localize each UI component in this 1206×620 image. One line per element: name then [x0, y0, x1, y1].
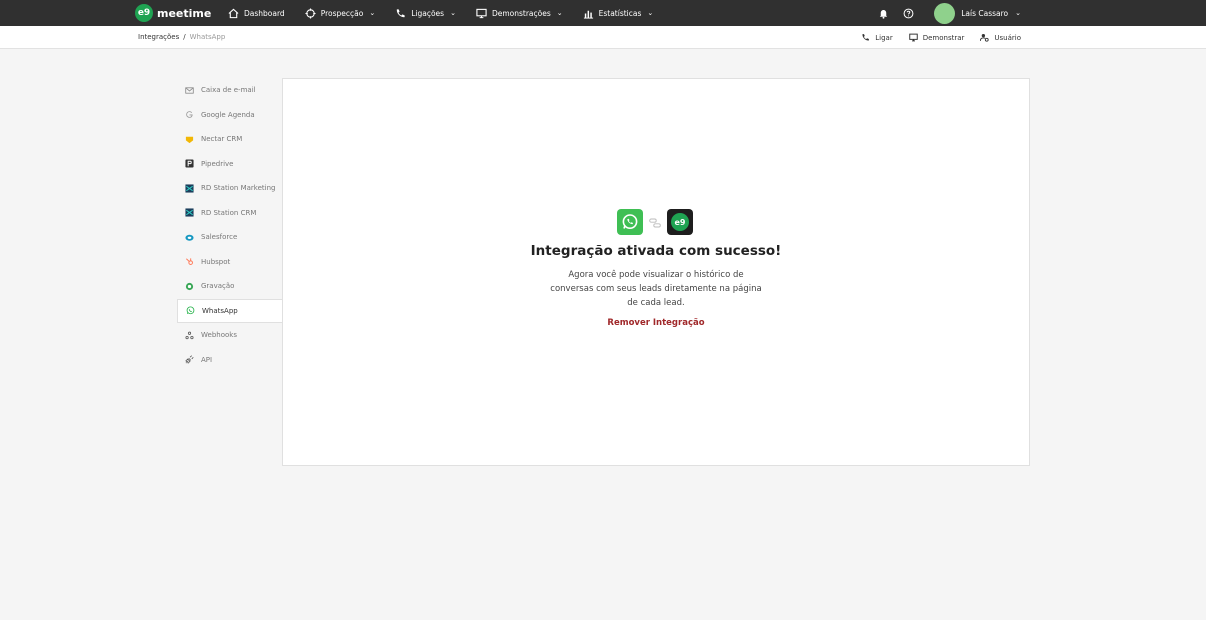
nav-dashboard-label: Dashboard: [244, 8, 285, 18]
nav-ligacoes[interactable]: Ligações ⌄: [395, 8, 456, 19]
pipedrive-icon: [185, 159, 194, 168]
nav-ligacoes-label: Ligações: [411, 8, 445, 18]
rd-station-icon: [185, 208, 194, 217]
monitor-icon: [476, 8, 487, 18]
main-nav: Dashboard Prospecção ⌄ Ligações ⌄ Demons…: [228, 0, 653, 26]
nav-prospeccao[interactable]: Prospecção ⌄: [305, 7, 376, 19]
chevron-down-icon: ⌄: [450, 9, 456, 17]
phone-icon: [862, 34, 870, 41]
sidebar-item-nectar-crm[interactable]: Nectar CRM: [177, 127, 282, 152]
sidebar-item-api[interactable]: API: [177, 348, 282, 373]
sidebar-item-hubspot[interactable]: Hubspot: [177, 250, 282, 275]
sidebar-item-label: WhatsApp: [202, 306, 238, 315]
quick-actions: Ligar Demonstrar Usuário: [861, 26, 1021, 49]
user-menu[interactable]: Laís Cassaro ⌄: [934, 2, 1021, 24]
logo-text: meetime: [157, 6, 212, 20]
nav-estatisticas[interactable]: Estatísticas ⌄: [583, 8, 654, 19]
help-icon[interactable]: [903, 8, 914, 19]
nav-prospeccao-label: Prospecção: [320, 8, 364, 18]
call-button[interactable]: Ligar: [861, 33, 893, 42]
rd-station-icon: [185, 184, 194, 193]
avatar: [934, 2, 956, 24]
phone-icon: [397, 8, 405, 17]
nav-demonstracoes-label: Demonstrações: [491, 8, 551, 18]
nav-estatisticas-label: Estatísticas: [598, 8, 642, 18]
sidebar-item-google-agenda[interactable]: Google Agenda: [177, 103, 282, 128]
sidebar-item-rd-station-marketing[interactable]: RD Station Marketing: [177, 176, 282, 201]
top-navbar: e9 meetime Dashboard Prospecção ⌄ Ligaçõ…: [0, 0, 1206, 26]
chevron-down-icon: ⌄: [647, 9, 654, 17]
whatsapp-logo-icon: [617, 209, 643, 235]
sidebar-item-salesforce[interactable]: Salesforce: [177, 225, 282, 250]
breadcrumb-integracoes[interactable]: Integrações: [138, 33, 179, 41]
success-title: Integração ativada com sucesso!: [530, 243, 782, 259]
sidebar-item-label: Webhooks: [201, 331, 237, 340]
google-icon: [185, 110, 194, 119]
sidebar-item-email[interactable]: Caixa de e-mail: [177, 78, 282, 103]
sidebar-item-label: Gravação: [201, 282, 235, 291]
sidebar-item-label: Caixa de e-mail: [201, 86, 256, 95]
sidebar-item-label: Salesforce: [201, 233, 238, 242]
sidebar-item-label: RD Station Marketing: [201, 184, 276, 193]
chevron-down-icon: ⌄: [369, 9, 376, 17]
breadcrumb-separator: /: [183, 33, 186, 41]
user-label: Usuário: [994, 33, 1021, 42]
integration-panel: e9 Integração ativada com sucesso! Agora…: [282, 78, 1030, 466]
sidebar-item-label: Google Agenda: [201, 110, 255, 119]
meetime-logo-badge: e9: [671, 213, 689, 231]
remove-integration-link[interactable]: Remover Integração: [283, 318, 1029, 328]
salesforce-icon: [185, 233, 194, 242]
meetime-logo-icon: e9: [667, 209, 693, 235]
sidebar-item-webhooks[interactable]: Webhooks: [177, 323, 282, 348]
whatsapp-icon: [186, 306, 195, 315]
sidebar-item-rd-station-crm[interactable]: RD Station CRM: [177, 201, 282, 226]
nectar-icon: [185, 135, 194, 144]
sidebar-item-label: API: [201, 355, 213, 364]
home-icon: [228, 8, 239, 18]
logo-badge: e9: [135, 4, 153, 22]
user-button[interactable]: Usuário: [980, 33, 1021, 42]
envelope-icon: [185, 86, 194, 95]
demo-button[interactable]: Demonstrar: [908, 33, 965, 42]
webhooks-icon: [185, 331, 194, 340]
user-name: Laís Cassaro: [961, 8, 1009, 18]
sidebar-item-label: RD Station CRM: [201, 208, 257, 217]
nav-demonstracoes[interactable]: Demonstrações ⌄: [476, 8, 563, 19]
hubspot-icon: [185, 257, 194, 266]
link-icon: [649, 213, 661, 232]
breadcrumb: Integrações / WhatsApp: [138, 33, 225, 41]
sub-header: Integrações / WhatsApp Ligar Demonstrar …: [0, 26, 1206, 49]
user-gear-icon: [980, 33, 990, 42]
monitor-icon: [908, 33, 918, 42]
top-right-actions: Laís Cassaro ⌄: [878, 0, 1021, 26]
call-label: Ligar: [875, 33, 893, 42]
bell-icon[interactable]: [878, 8, 889, 19]
breadcrumb-current: WhatsApp: [189, 33, 226, 41]
success-description: Agora você pode visualizar o histórico d…: [550, 270, 762, 308]
chevron-down-icon: ⌄: [556, 9, 563, 17]
sidebar-item-label: Hubspot: [201, 257, 231, 266]
sidebar-item-whatsapp[interactable]: WhatsApp: [177, 298, 282, 323]
meetime-logo[interactable]: e9 meetime: [135, 4, 211, 22]
sidebar-item-label: Nectar CRM: [201, 135, 243, 144]
integration-icons: e9: [617, 209, 693, 235]
sidebar-item-gravacao[interactable]: Gravação: [177, 274, 282, 299]
crosshair-icon: [305, 7, 316, 19]
integrations-sidebar: Caixa de e-mail Google Agenda Nectar CRM…: [177, 78, 282, 372]
sidebar-item-label: Pipedrive: [201, 159, 234, 168]
recording-icon: [185, 282, 194, 291]
demo-label: Demonstrar: [922, 33, 965, 42]
nav-dashboard[interactable]: Dashboard: [228, 8, 285, 19]
sidebar-item-pipedrive[interactable]: Pipedrive: [177, 152, 282, 177]
chevron-down-icon: ⌄: [1015, 9, 1021, 17]
bar-chart-icon: [583, 10, 593, 19]
api-icon: [185, 355, 194, 364]
